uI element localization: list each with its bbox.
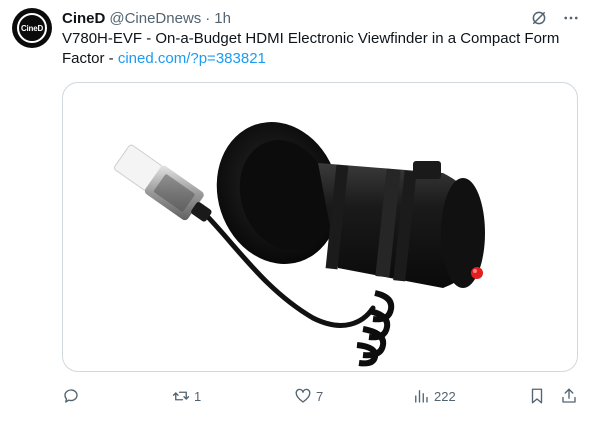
- tweet-top-actions: [530, 9, 580, 27]
- hdmi-plug: [113, 144, 212, 222]
- reply-button[interactable]: [62, 384, 84, 408]
- more-options-button[interactable]: [562, 9, 580, 27]
- avatar-logo-text: CineD: [20, 23, 44, 33]
- like-count: 7: [316, 388, 324, 404]
- reply-icon: [64, 389, 78, 403]
- grok-icon: [532, 11, 546, 25]
- user-handle[interactable]: @CineDnews: [109, 10, 201, 27]
- retweet-button[interactable]: 1: [172, 384, 201, 408]
- retweet-count: 1: [194, 388, 202, 404]
- action-bar: 1 7 222: [62, 384, 582, 408]
- tweet-link[interactable]: cined.com/?p=383821: [118, 50, 266, 67]
- product-image: [113, 122, 485, 367]
- tweet: CineD CineD @CineDnews · 1h V780H-EVF - …: [0, 0, 606, 425]
- share-button[interactable]: [560, 384, 578, 408]
- bookmark-icon: [531, 388, 543, 404]
- more-icon: [564, 16, 578, 20]
- like-button[interactable]: 7: [294, 384, 323, 408]
- share-icon: [562, 388, 576, 403]
- views-button[interactable]: 222: [412, 384, 456, 408]
- bookmark-button[interactable]: [528, 384, 546, 408]
- coiled-cable: [356, 290, 395, 367]
- grok-button[interactable]: [530, 9, 548, 27]
- views-count: 222: [434, 388, 456, 404]
- separator-dot: ·: [205, 9, 211, 27]
- timestamp[interactable]: 1h: [214, 10, 231, 27]
- red-button: [471, 267, 483, 279]
- tweet-text: V780H-EVF - On-a-Budget HDMI Electronic …: [62, 29, 582, 69]
- heart-icon: [295, 388, 311, 403]
- avatar[interactable]: CineD: [12, 8, 52, 48]
- avatar-logo: CineD: [17, 13, 47, 43]
- tweet-header: CineD @CineDnews · 1h: [62, 8, 231, 28]
- media-card[interactable]: [62, 82, 578, 372]
- display-name[interactable]: CineD: [62, 10, 105, 27]
- retweet-icon: [172, 391, 190, 401]
- views-icon: [415, 390, 428, 403]
